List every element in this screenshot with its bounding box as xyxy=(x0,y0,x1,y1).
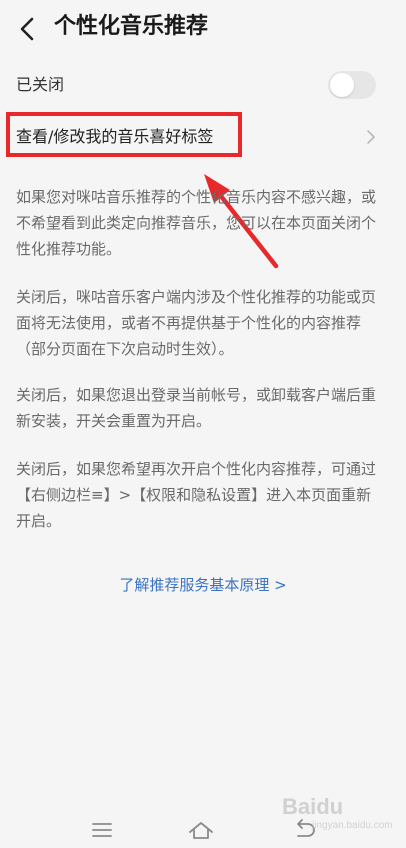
nav-menu-button[interactable] xyxy=(88,818,116,842)
menu-icon xyxy=(92,823,112,837)
baidu-jingyan-watermark: Baidu jingyan.baidu.com xyxy=(282,794,393,837)
recommendation-principles-link[interactable]: 了解推荐服务基本原理 > xyxy=(0,572,406,598)
page-title: 个性化音乐推荐 xyxy=(54,14,209,39)
toggle-status-label: 已关闭 xyxy=(16,75,65,94)
chevron-left-icon xyxy=(20,17,34,41)
watermark-subtitle: jingyan.baidu.com xyxy=(312,820,393,831)
personalization-toggle[interactable] xyxy=(328,71,376,99)
description-paragraph: 关闭后，如果您希望再次开启个性化内容推荐，可通过【右侧边栏≡】>【权限和隐私设置… xyxy=(16,460,377,530)
toggle-knob xyxy=(330,73,354,97)
description-paragraph: 关闭后，如果您退出登录当前帐号，或卸载客户端后重新安装，开关会重置为开启。 xyxy=(16,386,377,430)
nav-home-button[interactable] xyxy=(187,818,215,842)
annotation-highlight-box xyxy=(6,112,242,157)
header: 个性化音乐推荐 xyxy=(0,0,406,58)
back-button[interactable] xyxy=(14,12,44,46)
watermark-brand: Baidu xyxy=(282,794,344,819)
personalization-toggle-row: 已关闭 xyxy=(0,62,406,108)
description-paragraph: 关闭后，咪咕音乐客户端内涉及个性化推荐的功能或页面将无法使用，或者不再提供基于个… xyxy=(16,288,377,358)
home-icon xyxy=(189,822,213,839)
chevron-right-icon xyxy=(367,130,375,144)
description-paragraph: 如果您对咪咕音乐推荐的个性化音乐内容不感兴趣，或不希望看到此类定向推荐音乐，您可… xyxy=(16,188,377,258)
